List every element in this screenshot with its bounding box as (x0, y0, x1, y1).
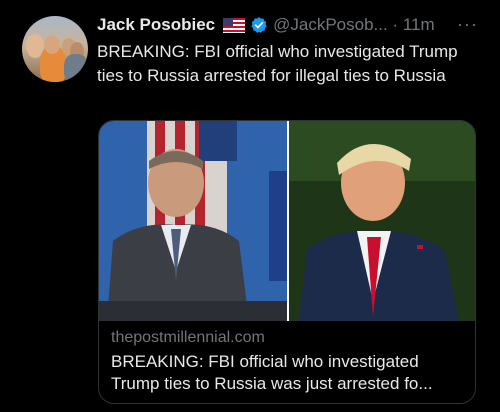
us-flag-icon (223, 17, 246, 33)
card-title: BREAKING: FBI official who investigated … (111, 352, 433, 393)
tweet[interactable]: Jack Posobiec @JackPosob... · 11m ··· BR… (0, 0, 500, 412)
avatar[interactable] (22, 16, 88, 82)
card-image (99, 121, 475, 321)
more-horizontal-icon[interactable]: ··· (457, 14, 478, 35)
verified-badge-icon (250, 16, 268, 34)
tweet-text: BREAKING: FBI official who investigated … (97, 42, 458, 85)
tweet-header: Jack Posobiec @JackPosob... · 11m ··· (97, 14, 478, 36)
author-name[interactable]: Jack Posobiec (97, 15, 215, 35)
link-card[interactable]: thepostmillennial.com BREAKING: FBI offi… (98, 120, 476, 404)
card-domain: thepostmillennial.com (111, 329, 265, 346)
handle-and-timestamp[interactable]: @JackPosob... · 11m (273, 15, 435, 35)
